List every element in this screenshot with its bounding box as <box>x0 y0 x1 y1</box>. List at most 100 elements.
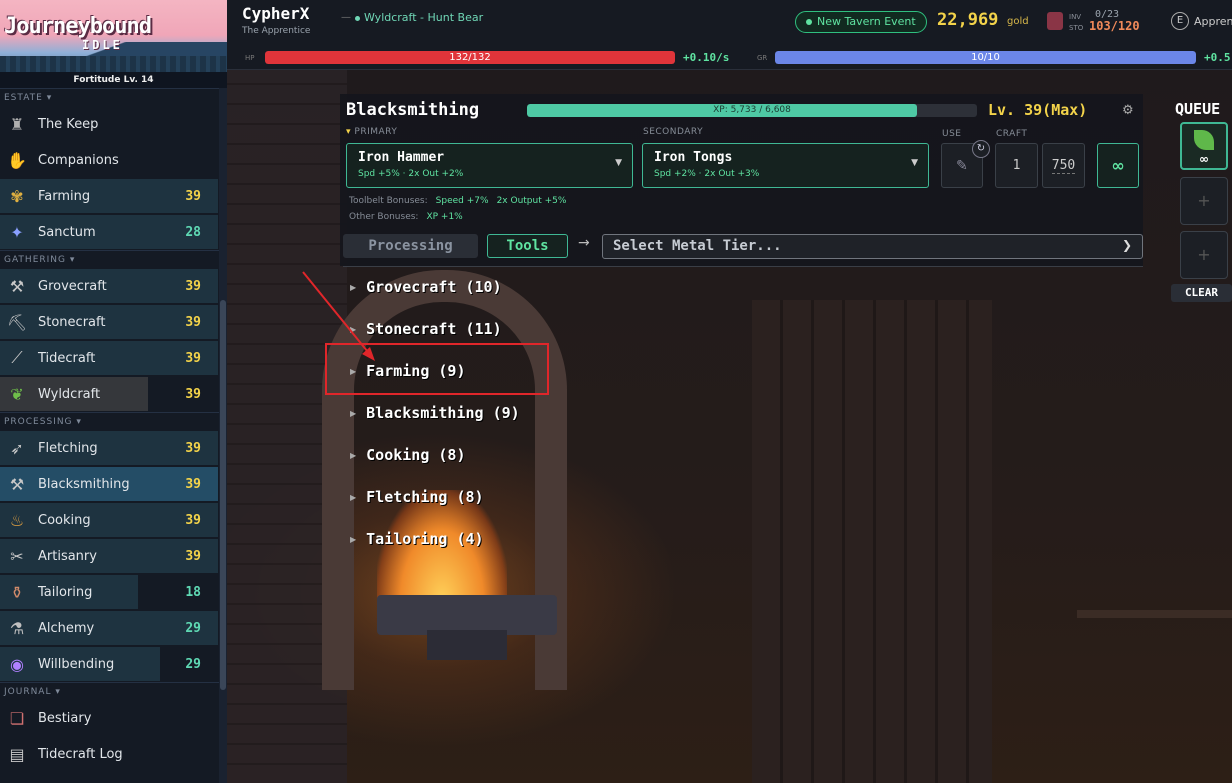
willbending-icon: ◉ <box>10 654 24 674</box>
category-row[interactable]: ▶ Grovecraft (10) <box>350 276 502 298</box>
craft-quantity[interactable]: 1 <box>995 143 1038 188</box>
category-row[interactable]: ▶ Stonecraft (11) <box>350 318 502 340</box>
sidebar-item-fletching[interactable]: ➶ Fletching 39 <box>0 430 227 466</box>
queue-slot-3[interactable]: + <box>1180 231 1228 279</box>
queue-slot-2[interactable]: + <box>1180 177 1228 225</box>
expand-triangle-icon: ▶ <box>350 282 357 292</box>
use-item-slot[interactable]: ✎ ↻ <box>941 140 990 188</box>
refresh-icon[interactable]: ↻ <box>972 140 990 158</box>
player-title: The Apprentice <box>242 26 311 36</box>
hammer-icon: ✎ <box>956 158 968 174</box>
panel-divider <box>343 266 1143 267</box>
settings-gear-icon[interactable]: ⚙ <box>1122 103 1134 118</box>
sidebar-scroll-thumb[interactable] <box>220 300 226 690</box>
craft-label: CRAFT <box>996 129 1028 139</box>
sidebar-item-companions[interactable]: ✋ Companions <box>0 142 227 178</box>
sidebar-item-level: 39 <box>185 548 201 564</box>
sidebar-item-stonecraft[interactable]: ⛏ Stonecraft 39 <box>0 304 227 340</box>
current-activity[interactable]: Wyldcraft - Hunt Bear <box>355 11 483 24</box>
sidebar-item-bestiary[interactable]: ❏ Bestiary <box>0 700 227 736</box>
sidebar-nav: ESTATE ▾ ♜ The Keep ✋ Companions ✾ Farming 39 ✦ S… <box>0 88 227 772</box>
craft-max[interactable]: 750 <box>1042 143 1085 188</box>
inv-label: INV <box>1069 13 1082 21</box>
artisanry-icon: ✂ <box>10 546 24 566</box>
sidebar-item-tailoring[interactable]: ⚱ Tailoring 18 <box>0 574 227 610</box>
leaf-icon <box>1194 130 1214 150</box>
sidebar-item-label: Bestiary <box>38 710 92 726</box>
activity-label: Wyldcraft - Hunt Bear <box>364 11 484 24</box>
blacksmithing-icon: ⚒ <box>9 474 25 494</box>
sidebar-item-cooking[interactable]: ♨ Cooking 39 <box>0 502 227 538</box>
category-row[interactable]: ▶ Cooking (8) <box>350 444 466 466</box>
secondary-tool-select[interactable]: Iron Tongs Spd +2% · 2x Out +3% ▼ <box>642 143 929 188</box>
sidebar-item-label: Wyldcraft <box>38 386 101 402</box>
use-label: USE <box>942 129 962 139</box>
gr-regen-rate: +0.5 <box>1204 51 1231 64</box>
sidebar-item-label: Cooking <box>38 512 91 528</box>
toolbelt-bonuses: Toolbelt Bonuses: Speed +7% 2x Output +5% <box>349 196 567 206</box>
sidebar-item-label: Blacksmithing <box>38 476 130 492</box>
apprentice-icon[interactable]: E <box>1171 12 1189 30</box>
sidebar-item-label: The Keep <box>38 116 99 132</box>
sidebar-item-level: 39 <box>185 278 201 294</box>
sidebar-item-farming[interactable]: ✾ Farming 39 <box>0 178 227 214</box>
tab-tools[interactable]: Tools <box>487 234 568 258</box>
sidebar-item-label: Tidecraft Log <box>38 746 123 762</box>
sidebar-item-label: Grovecraft <box>38 278 107 294</box>
sidebar-item-willbending[interactable]: ◉ Willbending 29 <box>0 646 227 682</box>
activity-dot-icon <box>355 15 360 21</box>
other-bonuses: Other Bonuses: XP +1% <box>349 212 463 222</box>
queue-slot-1[interactable]: ∞ <box>1180 122 1228 170</box>
sidebar-item-tidecraft[interactable]: ⟋ Tidecraft 39 <box>0 340 227 376</box>
companions-icon: ✋ <box>7 150 27 170</box>
sidebar-item-label: Companions <box>38 152 119 168</box>
tidecraft-icon: ⟋ <box>11 348 23 367</box>
sidebar-item-the-keep[interactable]: ♜ The Keep <box>0 106 227 142</box>
player-name: CypherX <box>242 4 310 23</box>
sidebar-item-label: Artisanry <box>38 548 97 564</box>
game-logo[interactable]: Journeybound IDLE Fortitude Lv. 14 <box>0 0 227 88</box>
sidebar-section-label[interactable]: GATHERING ▾ <box>0 250 227 268</box>
category-label: Cooking (8) <box>366 446 466 464</box>
secondary-tool-stats: Spd +2% · 2x Out +3% <box>654 169 760 179</box>
fortitude-level: Fortitude Lv. 14 <box>0 72 227 88</box>
sidebar-item-alchemy[interactable]: ⚗ Alchemy 29 <box>0 610 227 646</box>
anvil <box>377 595 557 635</box>
sidebar-section-label[interactable]: JOURNAL ▾ <box>0 682 227 700</box>
stonecraft-icon: ⛏ <box>6 312 28 332</box>
sidebar-item-tidecraft-log[interactable]: ▤ Tidecraft Log <box>0 736 227 772</box>
cooking-icon: ♨ <box>9 510 25 530</box>
primary-tool-name: Iron Hammer <box>358 150 445 165</box>
backpack-icon[interactable] <box>1047 12 1063 30</box>
category-row[interactable]: ▶ Tailoring (4) <box>350 528 484 550</box>
infinite-craft-button[interactable]: ∞ <box>1097 143 1139 188</box>
sidebar-item-sanctum[interactable]: ✦ Sanctum 28 <box>0 214 227 250</box>
tavern-event-button[interactable]: New Tavern Event <box>795 11 927 33</box>
bestiary-icon: ❏ <box>9 708 25 728</box>
category-label: Tailoring (4) <box>366 530 484 548</box>
primary-tool-select[interactable]: Iron Hammer Spd +5% · 2x Out +2% ▼ <box>346 143 633 188</box>
farming-icon: ✾ <box>10 186 24 206</box>
apprentice-label[interactable]: Appren <box>1194 15 1232 28</box>
sidebar-item-label: Tidecraft <box>38 350 96 366</box>
metal-tier-select[interactable]: Select Metal Tier... ❯ <box>602 234 1143 259</box>
clear-queue-button[interactable]: CLEAR <box>1171 284 1232 302</box>
sidebar-item-artisanry[interactable]: ✂ Artisanry 39 <box>0 538 227 574</box>
sanctum-icon: ✦ <box>10 222 24 242</box>
gr-bar: 10/10 <box>775 51 1196 64</box>
highlight-box <box>325 343 549 395</box>
sidebar-item-grovecraft[interactable]: ⚒ Grovecraft 39 <box>0 268 227 304</box>
category-row[interactable]: ▶ Blacksmithing (9) <box>350 402 520 424</box>
tab-processing[interactable]: Processing <box>343 234 478 258</box>
storage-count: 103/120 <box>1089 19 1140 33</box>
sidebar-section-label[interactable]: ESTATE ▾ <box>0 88 227 106</box>
sidebar-section-label[interactable]: PROCESSING ▾ <box>0 412 227 430</box>
sidebar-item-level: 18 <box>185 584 201 600</box>
sidebar-item-wyldcraft[interactable]: ❦ Wyldcraft 39 <box>0 376 227 412</box>
expand-triangle-icon: ▶ <box>350 492 357 502</box>
sidebar-item-blacksmithing[interactable]: ⚒ Blacksmithing 39 <box>0 466 227 502</box>
hp-text: 132/132 <box>449 52 491 63</box>
category-row[interactable]: ▶ Fletching (8) <box>350 486 484 508</box>
sidebar-item-label: Willbending <box>38 656 115 672</box>
primary-tool-stats: Spd +5% · 2x Out +2% <box>358 169 464 179</box>
